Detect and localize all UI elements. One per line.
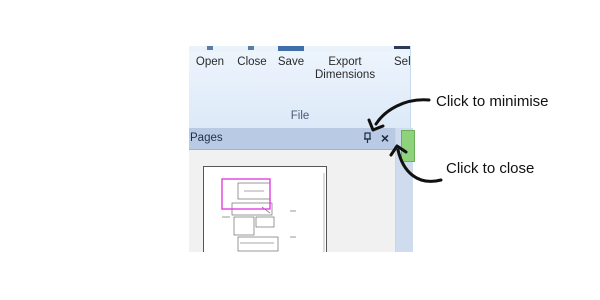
callout-arrows (367, 98, 443, 183)
arrow-to-minimise (374, 98, 431, 126)
arrow-to-close (396, 148, 443, 183)
